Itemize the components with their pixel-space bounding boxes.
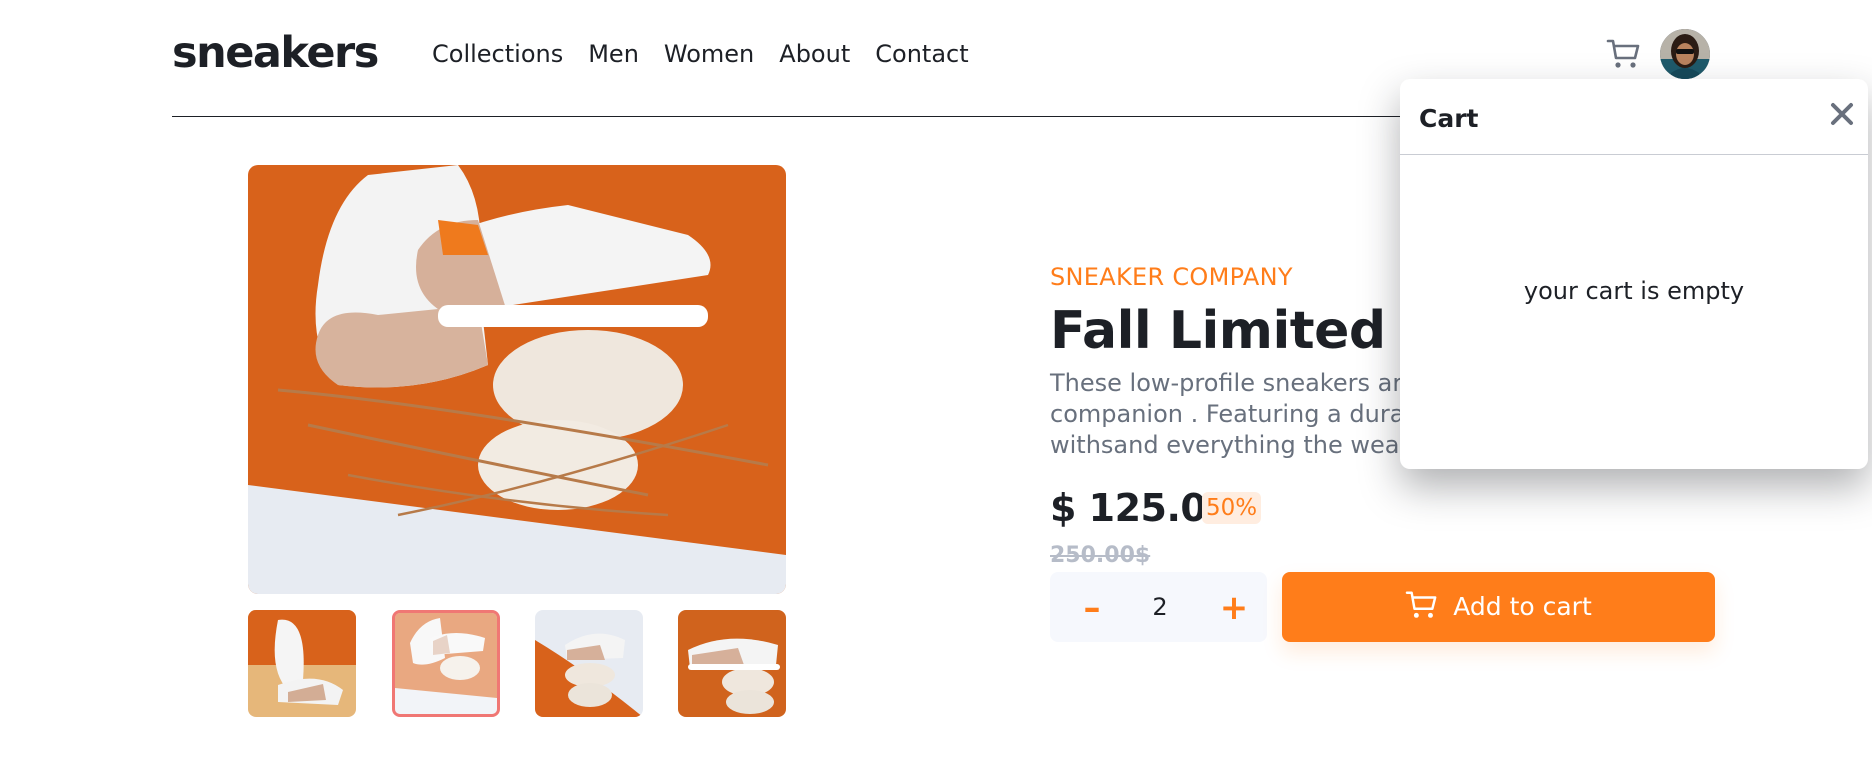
product-thumb-2[interactable]: [392, 610, 500, 717]
product-thumb-1[interactable]: [248, 610, 356, 717]
thumbnail-strip: [248, 610, 786, 717]
nav-link-collections[interactable]: Collections: [432, 38, 563, 70]
nav-link-men[interactable]: Men: [588, 38, 639, 70]
close-icon[interactable]: [1824, 96, 1860, 132]
original-price: 250.00$: [1050, 543, 1151, 568]
company-name: SNEAKER COMPANY: [1050, 263, 1293, 291]
cart-icon[interactable]: [1606, 36, 1642, 72]
product-thumb-3[interactable]: [535, 610, 643, 717]
product-thumb-4[interactable]: [678, 610, 786, 717]
product-main-image[interactable]: [248, 165, 786, 594]
quantity-value: 2: [1152, 593, 1168, 621]
quantity-increase-button[interactable]: +: [1216, 590, 1252, 626]
main-nav: Collections Men Women About Contact: [432, 38, 994, 70]
avatar[interactable]: [1660, 29, 1710, 79]
add-to-cart-button[interactable]: Add to cart: [1282, 572, 1715, 642]
discount-badge: 50%: [1202, 492, 1262, 524]
nav-link-women[interactable]: Women: [664, 38, 754, 70]
cart-icon: [1405, 589, 1439, 625]
brand-logo[interactable]: sneakers: [172, 28, 379, 78]
cart-popup: Cart your cart is empty: [1400, 79, 1868, 469]
nav-link-about[interactable]: About: [779, 38, 850, 70]
nav-link-contact[interactable]: Contact: [875, 38, 968, 70]
quantity-stepper: – 2 +: [1050, 572, 1267, 642]
quantity-decrease-button[interactable]: –: [1074, 590, 1110, 626]
cart-title: Cart: [1419, 104, 1479, 133]
cart-empty-message: your cart is empty: [1523, 277, 1745, 305]
add-to-cart-label: Add to cart: [1453, 592, 1592, 621]
cart-header: Cart: [1400, 79, 1868, 155]
